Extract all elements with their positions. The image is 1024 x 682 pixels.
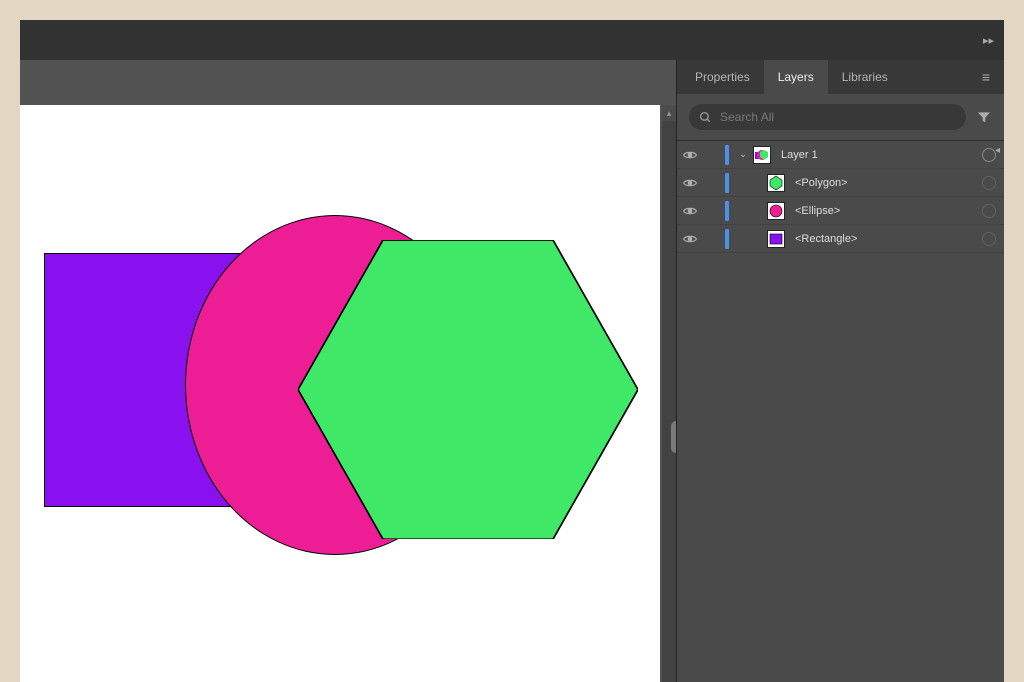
item-thumbnail xyxy=(767,174,785,192)
panel-menu-icon[interactable]: ≡ xyxy=(974,69,1000,85)
layer-row-ellipse[interactable]: <Ellipse> xyxy=(677,197,1004,225)
app-window: ▸▸ ▴ Properties Layers Libraries ≡ xyxy=(20,20,1004,682)
main-row: ▴ Properties Layers Libraries ≡ xyxy=(20,60,1004,682)
eye-icon xyxy=(683,178,697,188)
tab-properties[interactable]: Properties xyxy=(681,60,764,94)
panel-divider-handle[interactable] xyxy=(671,421,676,453)
item-name[interactable]: <Rectangle> xyxy=(795,233,974,245)
layer-name[interactable]: Layer 1 xyxy=(781,149,974,161)
polygon-shape[interactable] xyxy=(298,240,638,539)
vertical-scrollbar[interactable]: ▴ xyxy=(662,105,676,682)
scroll-up-arrow[interactable]: ▴ xyxy=(662,105,676,121)
search-icon xyxy=(699,111,712,124)
item-thumbnail xyxy=(767,230,785,248)
eye-icon xyxy=(683,206,697,216)
layers-list: ◂ ⌄ Layer 1 xyxy=(677,141,1004,682)
collapse-panels-icon[interactable]: ▸▸ xyxy=(983,34,994,47)
eye-icon xyxy=(683,234,697,244)
panel-tabs: Properties Layers Libraries ≡ xyxy=(677,60,1004,94)
layer-color-strip xyxy=(725,229,729,249)
tab-layers[interactable]: Layers xyxy=(764,60,828,94)
layer-thumbnail xyxy=(753,146,771,164)
filter-icon[interactable] xyxy=(976,109,992,125)
layer-color-strip xyxy=(725,201,729,221)
tab-libraries[interactable]: Libraries xyxy=(828,60,902,94)
target-selector[interactable] xyxy=(982,176,996,190)
target-selector[interactable] xyxy=(982,148,996,162)
eye-icon xyxy=(683,150,697,160)
search-input[interactable] xyxy=(720,110,956,124)
item-name[interactable]: <Polygon> xyxy=(795,177,974,189)
layers-panel: Properties Layers Libraries ≡ ◂ xyxy=(676,60,1004,682)
layer-color-strip xyxy=(725,173,729,193)
visibility-toggle[interactable] xyxy=(681,206,699,216)
layer-options-icon[interactable]: ◂ xyxy=(995,145,1000,156)
layer-row-rectangle[interactable]: <Rectangle> xyxy=(677,225,1004,253)
target-selector[interactable] xyxy=(982,232,996,246)
layers-search-row xyxy=(677,94,1004,141)
layer-color-strip xyxy=(725,145,729,165)
chevron-down-icon[interactable]: ⌄ xyxy=(737,149,749,160)
artboard[interactable] xyxy=(20,105,660,682)
target-selector[interactable] xyxy=(982,204,996,218)
topbar: ▸▸ xyxy=(20,20,1004,60)
search-box[interactable] xyxy=(689,104,966,130)
layer-row-root[interactable]: ⌄ Layer 1 xyxy=(677,141,1004,169)
layer-row-polygon[interactable]: <Polygon> xyxy=(677,169,1004,197)
canvas-area[interactable]: ▴ xyxy=(20,60,676,682)
item-name[interactable]: <Ellipse> xyxy=(795,205,974,217)
visibility-toggle[interactable] xyxy=(681,234,699,244)
visibility-toggle[interactable] xyxy=(681,150,699,160)
item-thumbnail xyxy=(767,202,785,220)
visibility-toggle[interactable] xyxy=(681,178,699,188)
